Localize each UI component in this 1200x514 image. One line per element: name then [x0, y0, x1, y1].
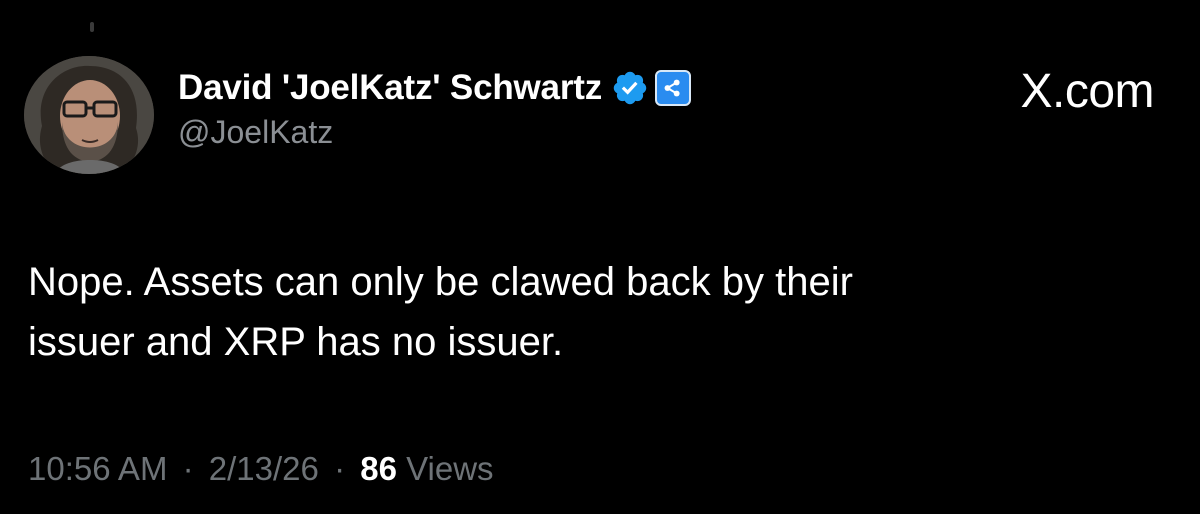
avatar-image [24, 56, 154, 174]
ripple-logo-icon[interactable] [655, 70, 691, 106]
meta-separator: · [182, 450, 194, 487]
tweet-text: Nope. Assets can only be clawed back by … [28, 252, 1148, 372]
meta-separator: · [334, 450, 346, 487]
author-display-name[interactable]: David 'JoelKatz' Schwartz [178, 68, 602, 108]
verified-check-icon[interactable] [611, 69, 649, 107]
x-com-watermark: X.com [1020, 65, 1154, 118]
tweet-time[interactable]: 10:56 AM [28, 450, 167, 487]
avatar[interactable] [24, 56, 154, 174]
tweet-meta: 10:56 AM · 2/13/26 · 86 Views [28, 450, 494, 488]
tweet-header: David 'JoelKatz' Schwartz @JoelKatz [178, 66, 691, 151]
tweet-text-line: issuer and XRP has no issuer. [28, 320, 564, 364]
name-row: David 'JoelKatz' Schwartz [178, 66, 691, 110]
stray-mark [90, 22, 94, 32]
views-count[interactable]: 86 [360, 450, 397, 487]
tweet-date[interactable]: 2/13/26 [209, 450, 319, 487]
author-handle[interactable]: @JoelKatz [178, 114, 691, 151]
tweet-text-line: Nope. Assets can only be clawed back by … [28, 260, 853, 304]
views-label[interactable]: Views [406, 450, 493, 487]
